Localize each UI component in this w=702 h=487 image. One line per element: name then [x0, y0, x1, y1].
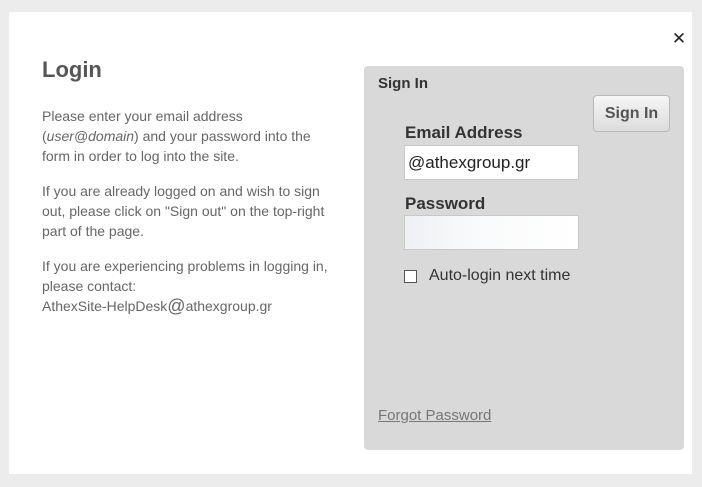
password-field[interactable]: [404, 215, 579, 250]
autologin-label[interactable]: Auto-login next time: [429, 267, 570, 285]
helpdesk-contact: AthexSite-HelpDesk@athexgroup.gr: [42, 296, 272, 316]
signin-panel-title: Sign In: [378, 75, 428, 92]
email-field[interactable]: [404, 145, 579, 180]
email-label: Email Address: [405, 123, 523, 142]
autologin-row[interactable]: Auto-login next time: [404, 265, 570, 287]
sign-in-button[interactable]: Sign In: [593, 95, 670, 132]
email-format-hint: user@domain: [46, 128, 135, 144]
login-info: Login Please enter your email address (u…: [42, 56, 342, 316]
login-dialog: ✕ Login Please enter your email address …: [9, 12, 692, 474]
page-title: Login: [42, 57, 102, 82]
signin-panel: Sign In Sign In Email Address Password A…: [364, 66, 684, 450]
forgot-password-link[interactable]: Forgot Password: [378, 407, 491, 424]
close-icon[interactable]: ✕: [669, 29, 689, 49]
instructions-paragraph: Please enter your email address (user@do…: [42, 108, 311, 164]
password-label: Password: [405, 194, 486, 213]
autologin-checkbox[interactable]: [404, 269, 417, 283]
help-paragraph: If you are experiencing problems in logg…: [42, 258, 328, 316]
signout-paragraph: If you are already logged on and wish to…: [42, 183, 325, 239]
